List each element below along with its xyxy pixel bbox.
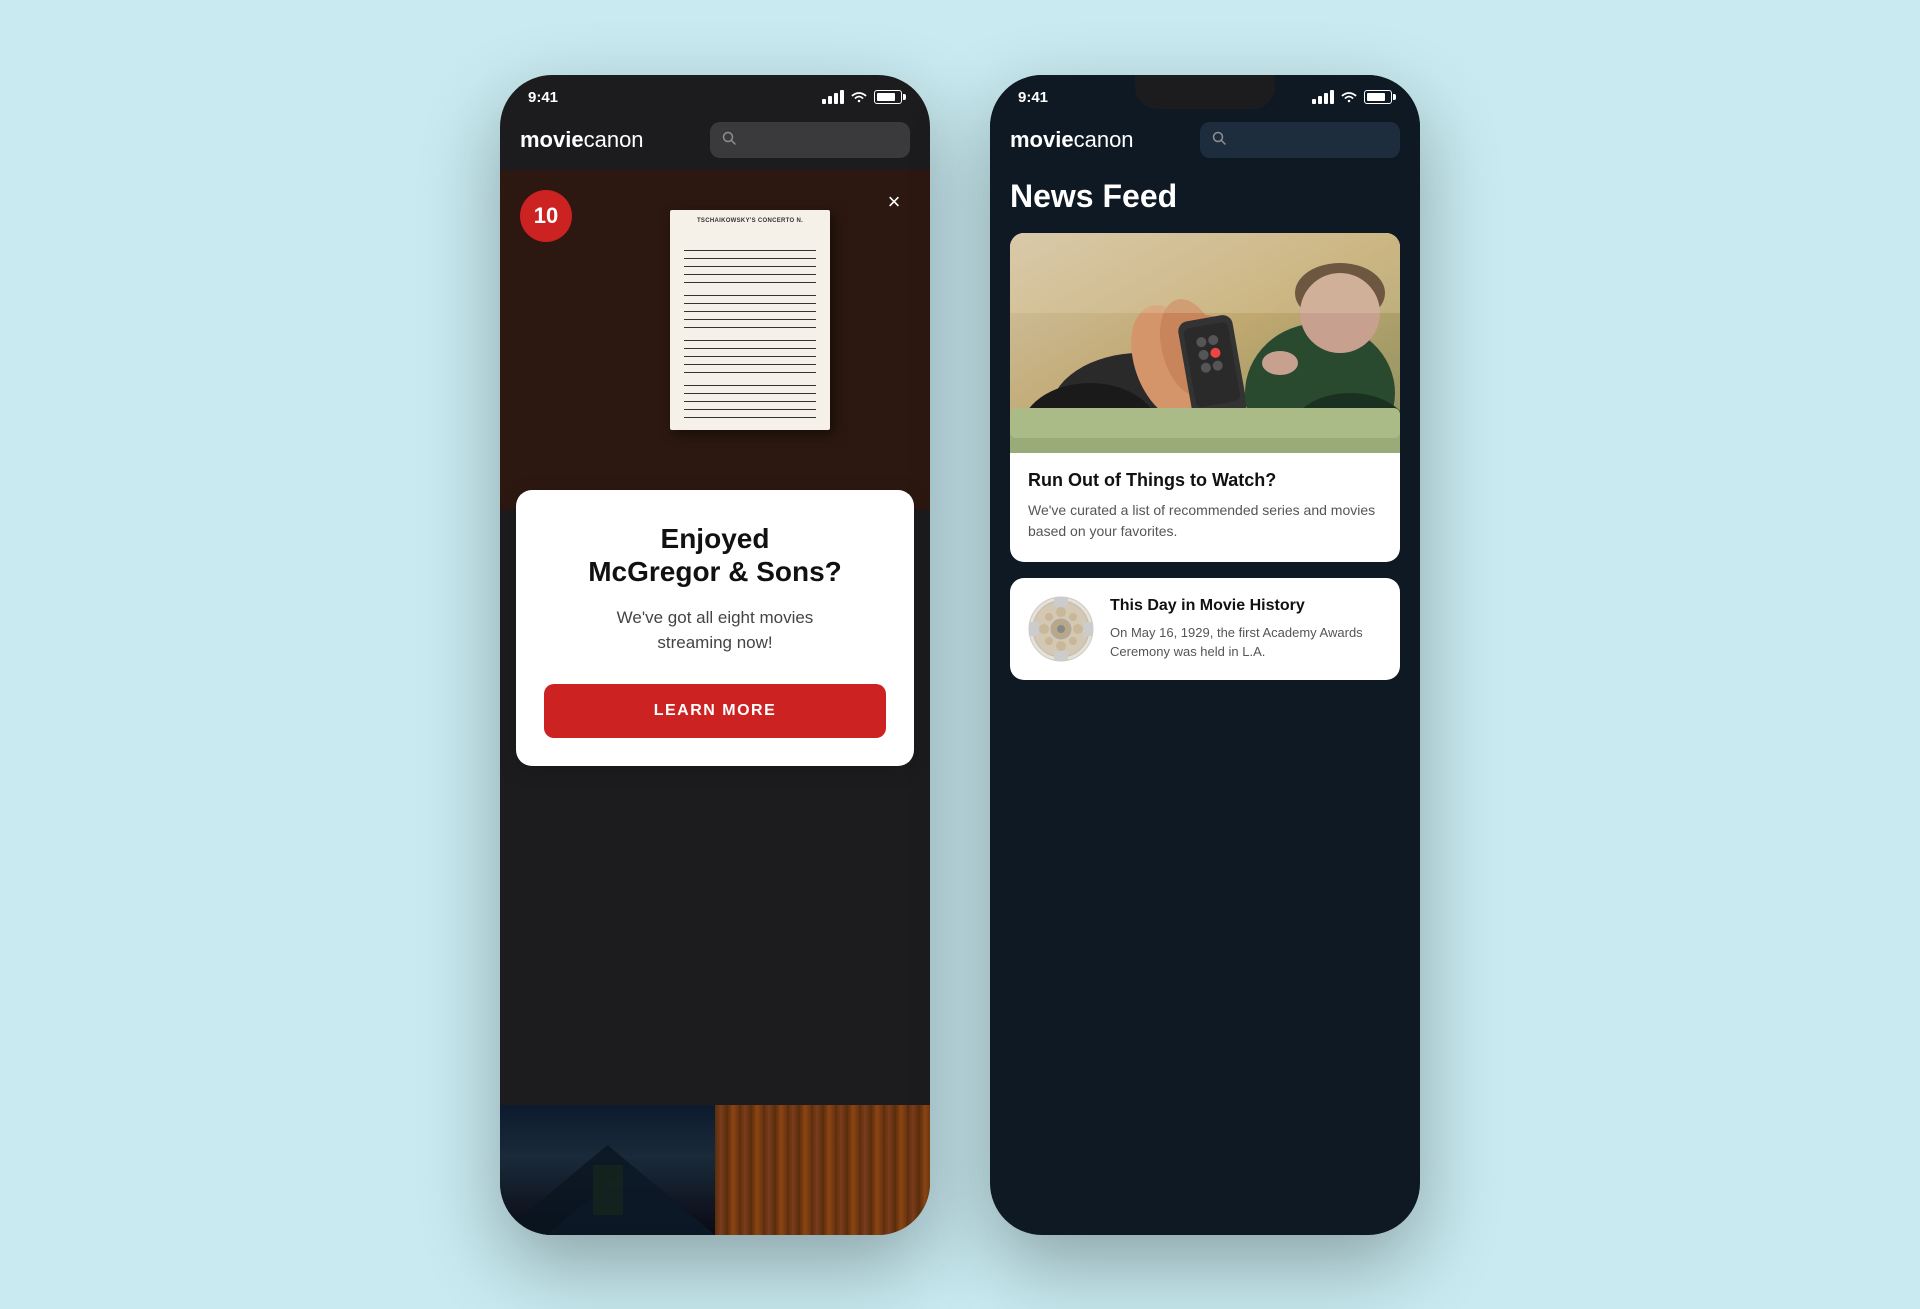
- phone-1: 9:41 moviecanon: [500, 75, 930, 1235]
- wifi-icon-2: [1340, 90, 1358, 104]
- news-card-large[interactable]: Run Out of Things to Watch? We've curate…: [1010, 233, 1400, 562]
- news-feed-content: News Feed: [990, 170, 1420, 680]
- status-time-1: 9:41: [528, 89, 558, 106]
- phone-2: 9:41 moviecanon: [990, 75, 1420, 1235]
- news-card-1-title: Run Out of Things to Watch?: [1028, 469, 1382, 492]
- badge-count: 10: [534, 203, 558, 229]
- modal-subtitle: We've got all eight moviesstreaming now!: [544, 605, 886, 656]
- app-logo-1: moviecanon: [520, 127, 644, 153]
- news-card-1-text: Run Out of Things to Watch? We've curate…: [1010, 453, 1400, 562]
- app-logo-2: moviecanon: [1010, 127, 1134, 153]
- status-bar-1: 9:41: [500, 75, 930, 112]
- logo-light-2: canon: [1074, 127, 1134, 152]
- thumb-mountain: [500, 1105, 715, 1235]
- logo-bold-1: movie: [520, 127, 584, 152]
- status-icons-1: [822, 90, 902, 104]
- hero-image-1: TSCHAIKOWSKY'S CONCERTO N.: [500, 170, 930, 510]
- logo-bold-2: movie: [1010, 127, 1074, 152]
- logo-light-1: canon: [584, 127, 644, 152]
- app-header-2: moviecanon: [990, 112, 1420, 170]
- news-card-2-text: This Day in Movie History On May 16, 192…: [1110, 596, 1384, 662]
- battery-icon-1: [874, 90, 902, 104]
- news-card-2-title: This Day in Movie History: [1110, 596, 1384, 617]
- film-reel-icon: [1026, 594, 1096, 664]
- battery-icon-2: [1364, 90, 1392, 104]
- search-bar-1[interactable]: [710, 122, 910, 158]
- sheet-music-prop: TSCHAIKOWSKY'S CONCERTO N.: [670, 210, 830, 430]
- modal-card: EnjoyedMcGregor & Sons? We've got all ei…: [516, 490, 914, 766]
- thumb-curtain: [715, 1105, 930, 1235]
- app-header-1: moviecanon: [500, 112, 930, 170]
- wifi-icon-1: [850, 90, 868, 104]
- status-time-2: 9:41: [1018, 89, 1048, 106]
- search-bar-2[interactable]: [1200, 122, 1400, 158]
- signal-icon-1: [822, 90, 844, 104]
- modal-title: EnjoyedMcGregor & Sons?: [544, 522, 886, 589]
- news-feed-title: News Feed: [1010, 170, 1400, 233]
- news-card-1-body: We've curated a list of recommended seri…: [1028, 500, 1382, 542]
- status-icons-2: [1312, 90, 1392, 104]
- signal-icon-2: [1312, 90, 1334, 104]
- thumbnail-row: [500, 1105, 930, 1235]
- news-card-2-body: On May 16, 1929, the first Academy Award…: [1110, 623, 1384, 662]
- search-icon-1: [722, 131, 736, 148]
- close-button[interactable]: ×: [878, 186, 910, 218]
- news-card-image: [1010, 233, 1400, 453]
- news-card-small[interactable]: This Day in Movie History On May 16, 192…: [1010, 578, 1400, 680]
- learn-more-button[interactable]: LEARN MORE: [544, 684, 886, 738]
- notification-badge: 10: [520, 190, 572, 242]
- search-icon-2: [1212, 131, 1226, 148]
- status-bar-2: 9:41: [990, 75, 1420, 112]
